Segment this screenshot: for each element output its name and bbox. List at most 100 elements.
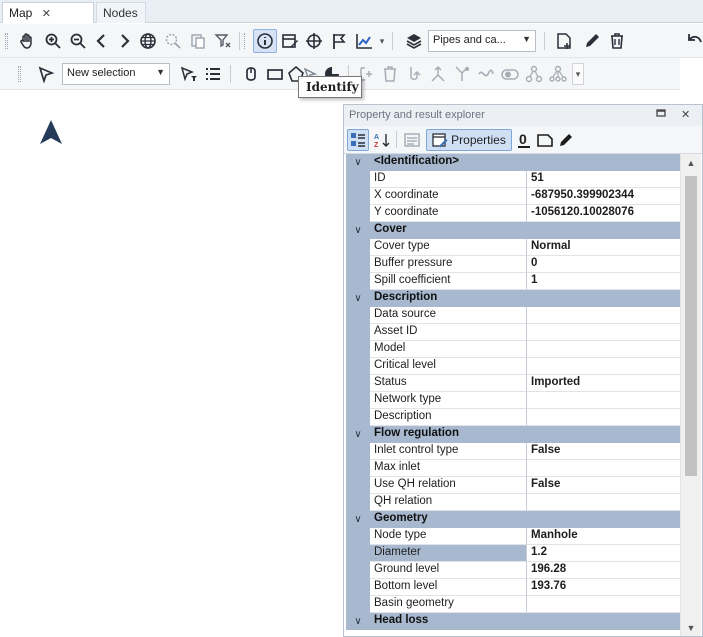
- property-row[interactable]: Asset ID: [346, 324, 680, 341]
- globe-icon[interactable]: [136, 29, 160, 53]
- clear-filter-icon[interactable]: [211, 29, 235, 53]
- property-value[interactable]: [527, 307, 680, 324]
- delete-icon[interactable]: [605, 29, 629, 53]
- collapse-chevron-icon[interactable]: ∨: [346, 154, 370, 171]
- property-value[interactable]: [527, 596, 680, 613]
- categorized-icon[interactable]: [347, 129, 369, 151]
- pencil-icon[interactable]: [580, 29, 604, 53]
- property-row[interactable]: Diameter 1.2: [346, 545, 680, 562]
- toolbar-grip[interactable]: [5, 33, 8, 49]
- zoom-in-icon[interactable]: [41, 29, 65, 53]
- property-row[interactable]: Network type: [346, 392, 680, 409]
- scroll-thumb[interactable]: [685, 176, 697, 476]
- property-value[interactable]: [527, 358, 680, 375]
- select-icon[interactable]: [34, 62, 58, 86]
- collapse-chevron-icon[interactable]: ∨: [346, 613, 370, 630]
- edit-properties-icon[interactable]: [278, 29, 302, 53]
- scroll-down-icon[interactable]: ▼: [681, 619, 701, 636]
- property-row[interactable]: Data source: [346, 307, 680, 324]
- category-row[interactable]: ∨ <Identification>: [346, 154, 680, 171]
- category-row[interactable]: ∨ Geometry: [346, 511, 680, 528]
- property-value[interactable]: False: [527, 477, 680, 494]
- collapse-chevron-icon[interactable]: ∨: [346, 511, 370, 528]
- category-row[interactable]: ∨ Head loss: [346, 613, 680, 630]
- property-value[interactable]: Normal: [527, 239, 680, 256]
- chart-dropdown-icon[interactable]: ▾: [376, 30, 388, 52]
- property-row[interactable]: Description: [346, 409, 680, 426]
- category-row[interactable]: ∨ Description: [346, 290, 680, 307]
- property-value[interactable]: [527, 409, 680, 426]
- property-grid[interactable]: ∨ <Identification> ID 51 X coordinate -687950…: [346, 154, 680, 636]
- property-value[interactable]: 51: [527, 171, 680, 188]
- property-row[interactable]: Inlet control type False: [346, 443, 680, 460]
- tab-nodes[interactable]: Nodes: [96, 2, 146, 23]
- property-value[interactable]: Manhole: [527, 528, 680, 545]
- scroll-up-icon[interactable]: ▲: [681, 154, 701, 171]
- property-row[interactable]: Buffer pressure 0: [346, 256, 680, 273]
- property-value[interactable]: [527, 324, 680, 341]
- property-value[interactable]: [527, 341, 680, 358]
- collapse-chevron-icon[interactable]: ∨: [346, 426, 370, 443]
- collapse-chevron-icon[interactable]: ∨: [346, 222, 370, 239]
- filter-select-icon[interactable]: [177, 62, 201, 86]
- chart-icon[interactable]: [352, 29, 376, 53]
- property-value[interactable]: 0: [527, 256, 680, 273]
- selection-mode-combo[interactable]: New selection ▼: [62, 63, 170, 85]
- note-icon[interactable]: [535, 129, 555, 151]
- property-value[interactable]: 193.76: [527, 579, 680, 596]
- property-row[interactable]: Status Imported: [346, 375, 680, 392]
- graticule-icon[interactable]: [302, 29, 326, 53]
- property-row[interactable]: Basin geometry: [346, 596, 680, 613]
- property-row[interactable]: Bottom level 193.76: [346, 579, 680, 596]
- property-value[interactable]: 1.2: [527, 545, 680, 562]
- pan-icon[interactable]: [15, 29, 39, 53]
- property-row[interactable]: Critical level: [346, 358, 680, 375]
- lasso-icon[interactable]: [239, 62, 263, 86]
- collapse-chevron-icon[interactable]: ∨: [346, 290, 370, 307]
- property-row[interactable]: Use QH relation False: [346, 477, 680, 494]
- properties-button[interactable]: Properties: [426, 129, 512, 151]
- property-value[interactable]: [527, 494, 680, 511]
- property-value[interactable]: 1: [527, 273, 680, 290]
- property-row[interactable]: Model: [346, 341, 680, 358]
- property-row[interactable]: Max inlet: [346, 460, 680, 477]
- property-value[interactable]: [527, 392, 680, 409]
- property-value[interactable]: Imported: [527, 375, 680, 392]
- property-row[interactable]: Node type Manhole: [346, 528, 680, 545]
- copy-icon[interactable]: [186, 29, 210, 53]
- identify-icon[interactable]: [253, 29, 277, 53]
- property-pages-icon[interactable]: [401, 129, 423, 151]
- property-row[interactable]: ID 51: [346, 171, 680, 188]
- list-icon[interactable]: [201, 62, 225, 86]
- property-row[interactable]: Cover type Normal: [346, 239, 680, 256]
- property-grid-scrollbar[interactable]: ▲ ▼: [680, 154, 701, 636]
- zoom-out-icon[interactable]: [66, 29, 90, 53]
- toolbar-grip[interactable]: [18, 66, 21, 82]
- property-value[interactable]: False: [527, 443, 680, 460]
- undo-icon[interactable]: [684, 29, 703, 53]
- layers-icon[interactable]: [402, 29, 426, 53]
- tab-close-icon[interactable]: ✕: [42, 7, 51, 20]
- property-value[interactable]: -687950.399902344: [527, 188, 680, 205]
- property-row[interactable]: X coordinate -687950.399902344: [346, 188, 680, 205]
- tab-map[interactable]: Map ✕: [2, 2, 94, 23]
- more-tools-dropdown-icon[interactable]: ▾: [572, 63, 584, 85]
- flag-icon[interactable]: [327, 29, 351, 53]
- property-row[interactable]: QH relation: [346, 494, 680, 511]
- sort-alpha-icon[interactable]: AZ: [371, 129, 393, 151]
- property-value[interactable]: -1056120.10028076: [527, 205, 680, 222]
- property-value[interactable]: 196.28: [527, 562, 680, 579]
- restore-icon[interactable]: [656, 108, 666, 121]
- results-zero-icon[interactable]: 0: [515, 129, 533, 151]
- property-row[interactable]: Ground level 196.28: [346, 562, 680, 579]
- category-row[interactable]: ∨ Cover: [346, 222, 680, 239]
- category-row[interactable]: ∨ Flow regulation: [346, 426, 680, 443]
- new-icon[interactable]: [552, 29, 576, 53]
- close-icon[interactable]: ✕: [681, 108, 690, 121]
- property-value[interactable]: [527, 460, 680, 477]
- layer-combo[interactable]: Pipes and ca... ▼: [428, 30, 536, 52]
- back-icon[interactable]: [90, 29, 114, 53]
- property-row[interactable]: Spill coefficient 1: [346, 273, 680, 290]
- property-row[interactable]: Y coordinate -1056120.10028076: [346, 205, 680, 222]
- zoom-selection-icon[interactable]: [161, 29, 185, 53]
